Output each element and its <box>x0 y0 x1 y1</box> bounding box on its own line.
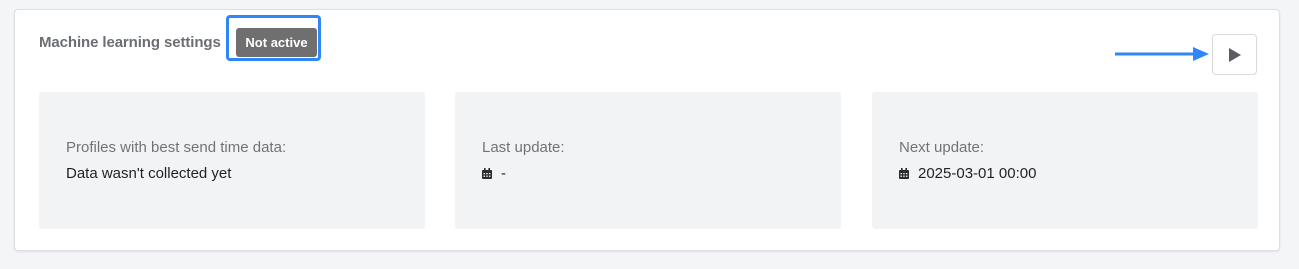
next-update-panel: Next update: 2025-03-01 00:00 <box>872 92 1258 229</box>
last-update-panel: Last update: - <box>455 92 841 229</box>
arrow-icon <box>1115 47 1209 61</box>
section-title: Machine learning settings <box>39 34 221 51</box>
last-update-value: - <box>482 165 506 182</box>
best-send-time-value-text: Data wasn't collected yet <box>66 165 232 182</box>
best-send-time-value: Data wasn't collected yet <box>66 165 231 182</box>
last-update-value-text: - <box>501 165 506 182</box>
next-update-value-text: 2025-03-01 00:00 <box>918 165 1037 182</box>
play-icon <box>1228 47 1241 62</box>
next-update-value: 2025-03-01 00:00 <box>899 165 1036 182</box>
play-button[interactable] <box>1212 34 1257 75</box>
best-send-time-label: Profiles with best send time data: <box>66 139 287 156</box>
best-send-time-panel: Profiles with best send time data: Data … <box>39 92 425 229</box>
status-badge: Not active <box>236 28 317 57</box>
next-update-label: Next update: <box>899 139 985 156</box>
machine-learning-settings-card: Machine learning settings Not active Pro… <box>14 9 1280 251</box>
calendar-icon <box>899 168 909 179</box>
calendar-icon <box>482 168 492 179</box>
last-update-label: Last update: <box>482 139 565 156</box>
